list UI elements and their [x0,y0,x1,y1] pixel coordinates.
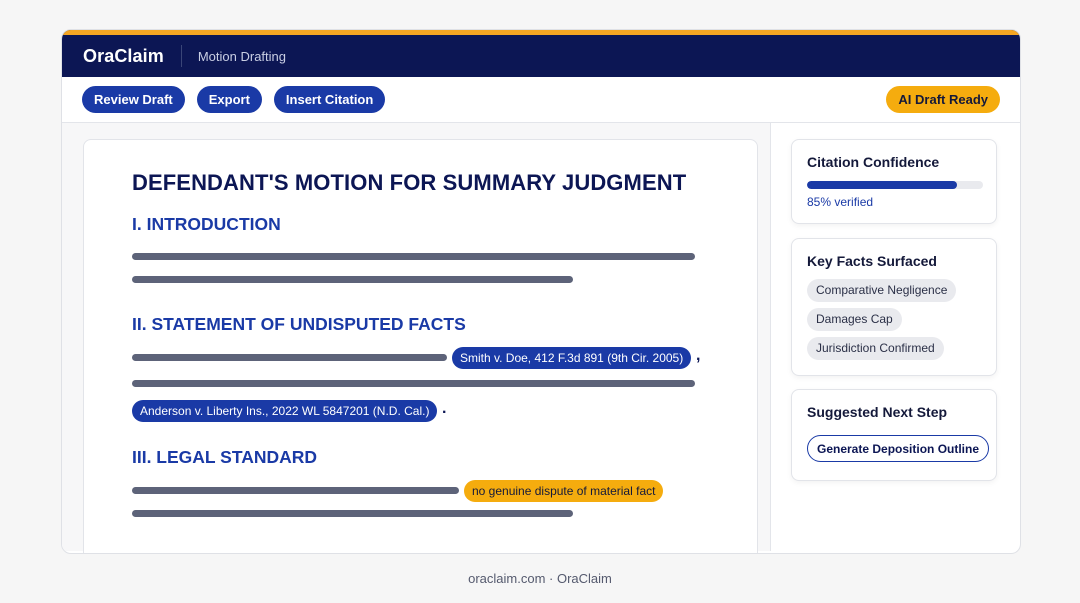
fact-chip[interactable]: Comparative Negligence [807,279,957,302]
workspace: DEFENDANT'S MOTION FOR SUMMARY JUDGMENT … [62,123,1020,553]
text-line [132,380,695,387]
text-line [132,276,573,283]
document-title: DEFENDANT'S MOTION FOR SUMMARY JUDGMENT [132,170,687,195]
fact-chip[interactable]: Damages Cap [807,308,902,331]
citation-confidence-title: Citation Confidence [807,154,940,170]
brand-logo[interactable]: OraClaim [83,46,164,67]
text-line [132,253,695,260]
citation-confidence-label: 85% verified [807,195,874,209]
text-line [132,487,459,494]
document-area: DEFENDANT'S MOTION FOR SUMMARY JUDGMENT … [62,123,771,553]
next-step-card: Suggested Next Step Generate Deposition … [791,389,997,481]
document-page[interactable]: DEFENDANT'S MOTION FOR SUMMARY JUDGMENT … [83,139,758,553]
review-draft-button[interactable]: Review Draft [82,86,185,113]
section-heading-introduction: I. INTRODUCTION [132,214,281,234]
header-divider [180,45,182,67]
citation-confidence-fill [807,181,957,189]
fact-chip[interactable]: Jurisdiction Confirmed [807,337,944,360]
app-window: OraClaim Motion Drafting Review Draft Ex… [61,29,1021,554]
status-badge: AI Draft Ready [886,86,1000,113]
top-bar: OraClaim Motion Drafting [62,30,1020,77]
highlighted-phrase[interactable]: no genuine dispute of material fact [464,480,664,502]
next-step-title: Suggested Next Step [807,404,948,420]
section-title: Motion Drafting [197,48,286,64]
insert-citation-button[interactable]: Insert Citation [273,86,386,113]
citation-chip[interactable]: Smith v. Doe, 412 F.3d 891 (9th Cir. 200… [452,347,692,369]
section-heading-legal-standard: III. LEGAL STANDARD [132,447,318,467]
citation-confidence-bar [807,181,983,189]
footer: oraclaim.com · OraClaim [468,571,612,586]
key-facts-card: Key Facts Surfaced Comparative Negligenc… [791,238,997,376]
key-facts-title: Key Facts Surfaced [807,253,937,269]
text-line [132,510,573,517]
toolbar: Review Draft Export Insert Citation AI D… [62,77,1020,123]
citation-confidence-card: Citation Confidence 85% verified [791,139,997,224]
citation-chip[interactable]: Anderson v. Liberty Ins., 2022 WL 584720… [132,400,438,422]
export-button[interactable]: Export [196,86,262,113]
section-heading-facts: II. STATEMENT OF UNDISPUTED FACTS [132,314,466,334]
generate-deposition-outline-button[interactable]: Generate Deposition Outline [807,435,990,462]
punctuation: , [696,347,701,364]
punctuation: . [442,400,447,417]
text-line [132,354,447,361]
